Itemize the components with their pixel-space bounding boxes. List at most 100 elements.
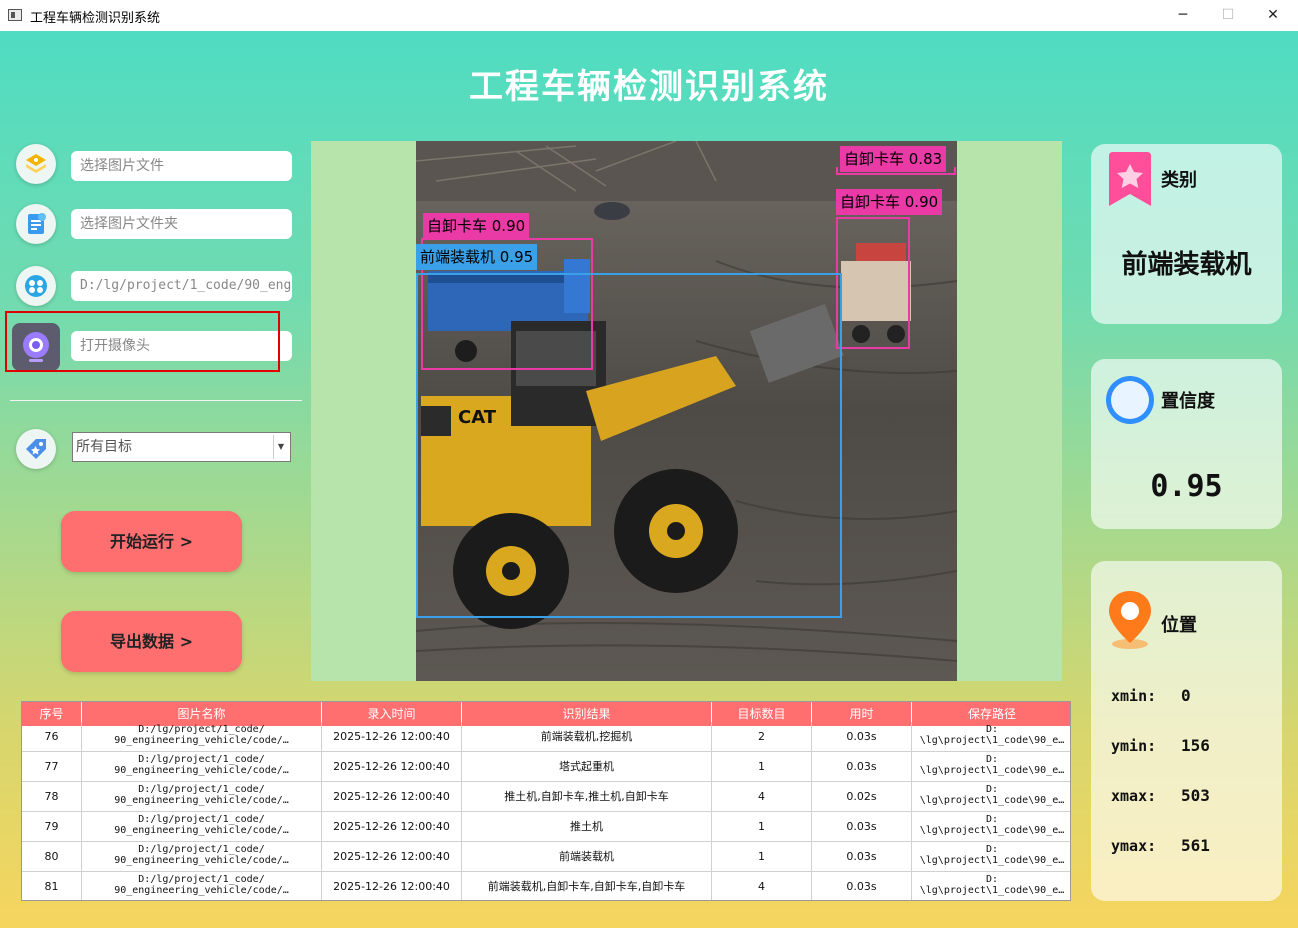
table-row[interactable]: 76 D:/lg/project/1_code/90_engineering_ve… [22,722,1070,752]
table-cell-line: D:/lg/project/1_code/ [138,724,265,735]
confidence-ring-icon [1106,376,1154,424]
table-cell-line: \lg\project\1_code\90_e… [919,855,1065,866]
table-cell-time: 2025-12-26 12:00:40 [322,782,462,812]
table-cell-time: 2025-12-26 12:00:40 [322,842,462,872]
table-cell-duration: 0.03s [812,872,912,900]
table-cell-line: D:/lg/project/1_code/ [138,784,265,795]
table-cell-name: D:/lg/project/1_code/90_engineering_vehi… [82,722,322,752]
category-value: 前端装载机 [1121,250,1252,280]
confidence-value: 0.95 [1150,469,1223,504]
start-button[interactable]: 开始运行 > [61,511,242,572]
table-row[interactable]: 78 D:/lg/project/1_code/90_engineering_ve… [22,782,1070,812]
table-cell-id: 78 [22,782,82,812]
position-title: 位置 [1161,615,1197,636]
target-tag-icon [16,429,56,469]
video-path-input[interactable]: D:/lg/project/1_code/90_engineering_vehi… [71,271,292,301]
location-pin-icon [1109,591,1151,649]
table-cell-line: 90_engineering_vehicle/code/… [114,795,289,806]
table-cell-name: D:/lg/project/1_code/90_engineering_vehi… [82,812,322,842]
minimize-button[interactable]: ─ [1168,5,1198,25]
detection-image: CAT 自卸卡车 0.83 自卸卡车 0.90 自卸卡车 0.90 前端装载机 … [416,141,957,681]
table-cell-count: 4 [712,872,812,900]
detection-label-truck-2: 自卸卡车 0.90 [836,189,943,215]
detection-box-truck-2 [836,217,910,349]
table-cell-duration: 0.03s [812,842,912,872]
table-cell-name: D:/lg/project/1_code/90_engineering_vehi… [82,842,322,872]
ymin-label: ymin: [1111,737,1157,755]
table-cell-line: 90_engineering_vehicle/code/… [114,765,289,776]
table-cell-line: \lg\project\1_code\90_e… [919,885,1065,896]
table-cell-line: D:/lg/project/1_code/ [138,874,265,885]
table-cell-path: D: \lg\project\1_code\90_e… [912,872,1070,900]
table-cell-id: 77 [22,752,82,782]
image-file-icon[interactable] [16,144,56,184]
category-card: 类别 前端装载机 [1091,144,1282,324]
xmax-label: xmax: [1111,787,1157,805]
table-cell-time: 2025-12-26 12:00:40 [322,812,462,842]
table-cell-line: D:/lg/project/1_code/ [138,754,265,765]
table-cell-result: 前端装载机,挖掘机 [462,722,712,752]
target-select-value: 所有目标 [76,439,132,455]
xmax-value: 503 [1181,786,1210,805]
table-row[interactable]: 81 D:/lg/project/1_code/90_engineering_ve… [22,872,1070,900]
table-cell-line: \lg\project\1_code\90_e… [919,825,1065,836]
confidence-card: 置信度 0.95 [1091,359,1282,529]
table-row[interactable]: 79 D:/lg/project/1_code/90_engineering_ve… [22,812,1070,842]
ymax-label: ymax: [1111,837,1157,855]
table-cell-line: D: [985,814,999,825]
table-cell-time: 2025-12-26 12:00:40 [322,872,462,900]
table-cell-line: D: [985,754,999,765]
detection-label-truck-1: 自卸卡车 0.83 [840,146,947,172]
table-cell-line: D:/lg/project/1_code/ [138,844,265,855]
table-cell-name: D:/lg/project/1_code/90_engineering_vehi… [82,752,322,782]
table-cell-line: D: [985,784,999,795]
table-cell-line: D: [985,874,999,885]
table-cell-path: D: \lg\project\1_code\90_e… [912,812,1070,842]
table-cell-line: 90_engineering_vehicle/code/… [114,855,289,866]
image-folder-icon[interactable] [16,204,56,244]
app-icon [8,9,22,21]
table-cell-id: 79 [22,812,82,842]
table-cell-path: D: \lg\project\1_code\90_e… [912,752,1070,782]
chevron-down-icon[interactable]: ▼ [273,435,288,459]
bookmark-star-icon [1109,152,1151,206]
table-cell-duration: 0.03s [812,752,912,782]
window-titlebar: 工程车辆检测识别系统 ─ ☐ ✕ [0,0,1298,32]
detection-label-loader: 前端装载机 0.95 [416,244,538,270]
table-cell-result: 推土机,自卸卡车,推土机,自卸卡车 [462,782,712,812]
maximize-button[interactable]: ☐ [1213,5,1243,25]
table-cell-line: D:/lg/project/1_code/ [138,814,265,825]
table-cell-path: D: \lg\project\1_code\90_e… [912,722,1070,752]
ymax-value: 561 [1181,836,1210,855]
confidence-title: 置信度 [1161,391,1215,412]
app-body: 工程车辆检测识别系统 选择图片文件 选择图片文件夹 D:/lg/project/… [0,31,1298,928]
table-cell-line: \lg\project\1_code\90_e… [919,795,1065,806]
camera-selection-highlight [5,311,280,372]
close-button[interactable]: ✕ [1258,5,1288,25]
detection-label-truck-3: 自卸卡车 0.90 [423,213,530,239]
table-cell-id: 76 [22,722,82,752]
results-table[interactable]: 序号 图片名称 录入时间 识别结果 目标数目 用时 保存路径 76 D:/lg/p… [21,701,1071,901]
table-cell-name: D:/lg/project/1_code/90_engineering_vehi… [82,872,322,900]
table-cell-duration: 0.03s [812,722,912,752]
table-row[interactable]: 80 D:/lg/project/1_code/90_engineering_ve… [22,842,1070,872]
image-folder-input[interactable]: 选择图片文件夹 [71,209,292,239]
table-row[interactable]: 77 D:/lg/project/1_code/90_engineering_ve… [22,752,1070,782]
table-cell-duration: 0.02s [812,782,912,812]
table-cell-line: 90_engineering_vehicle/code/… [114,885,289,896]
image-file-input[interactable]: 选择图片文件 [71,151,292,181]
table-cell-result: 前端装载机,自卸卡车,自卸卡车,自卸卡车 [462,872,712,900]
table-cell-result: 塔式起重机 [462,752,712,782]
table-cell-line: 90_engineering_vehicle/code/… [114,735,289,746]
export-button[interactable]: 导出数据 > [61,611,242,672]
table-cell-path: D: \lg\project\1_code\90_e… [912,782,1070,812]
table-cell-path: D: \lg\project\1_code\90_e… [912,842,1070,872]
table-cell-line: \lg\project\1_code\90_e… [919,765,1065,776]
table-cell-count: 1 [712,752,812,782]
target-select[interactable]: 所有目标 ▼ [72,432,291,462]
table-cell-line: \lg\project\1_code\90_e… [919,735,1065,746]
table-cell-time: 2025-12-26 12:00:40 [322,722,462,752]
video-file-icon[interactable] [16,266,56,306]
app-title: 工程车辆检测识别系统 [469,67,829,107]
table-cell-name: D:/lg/project/1_code/90_engineering_vehi… [82,782,322,812]
